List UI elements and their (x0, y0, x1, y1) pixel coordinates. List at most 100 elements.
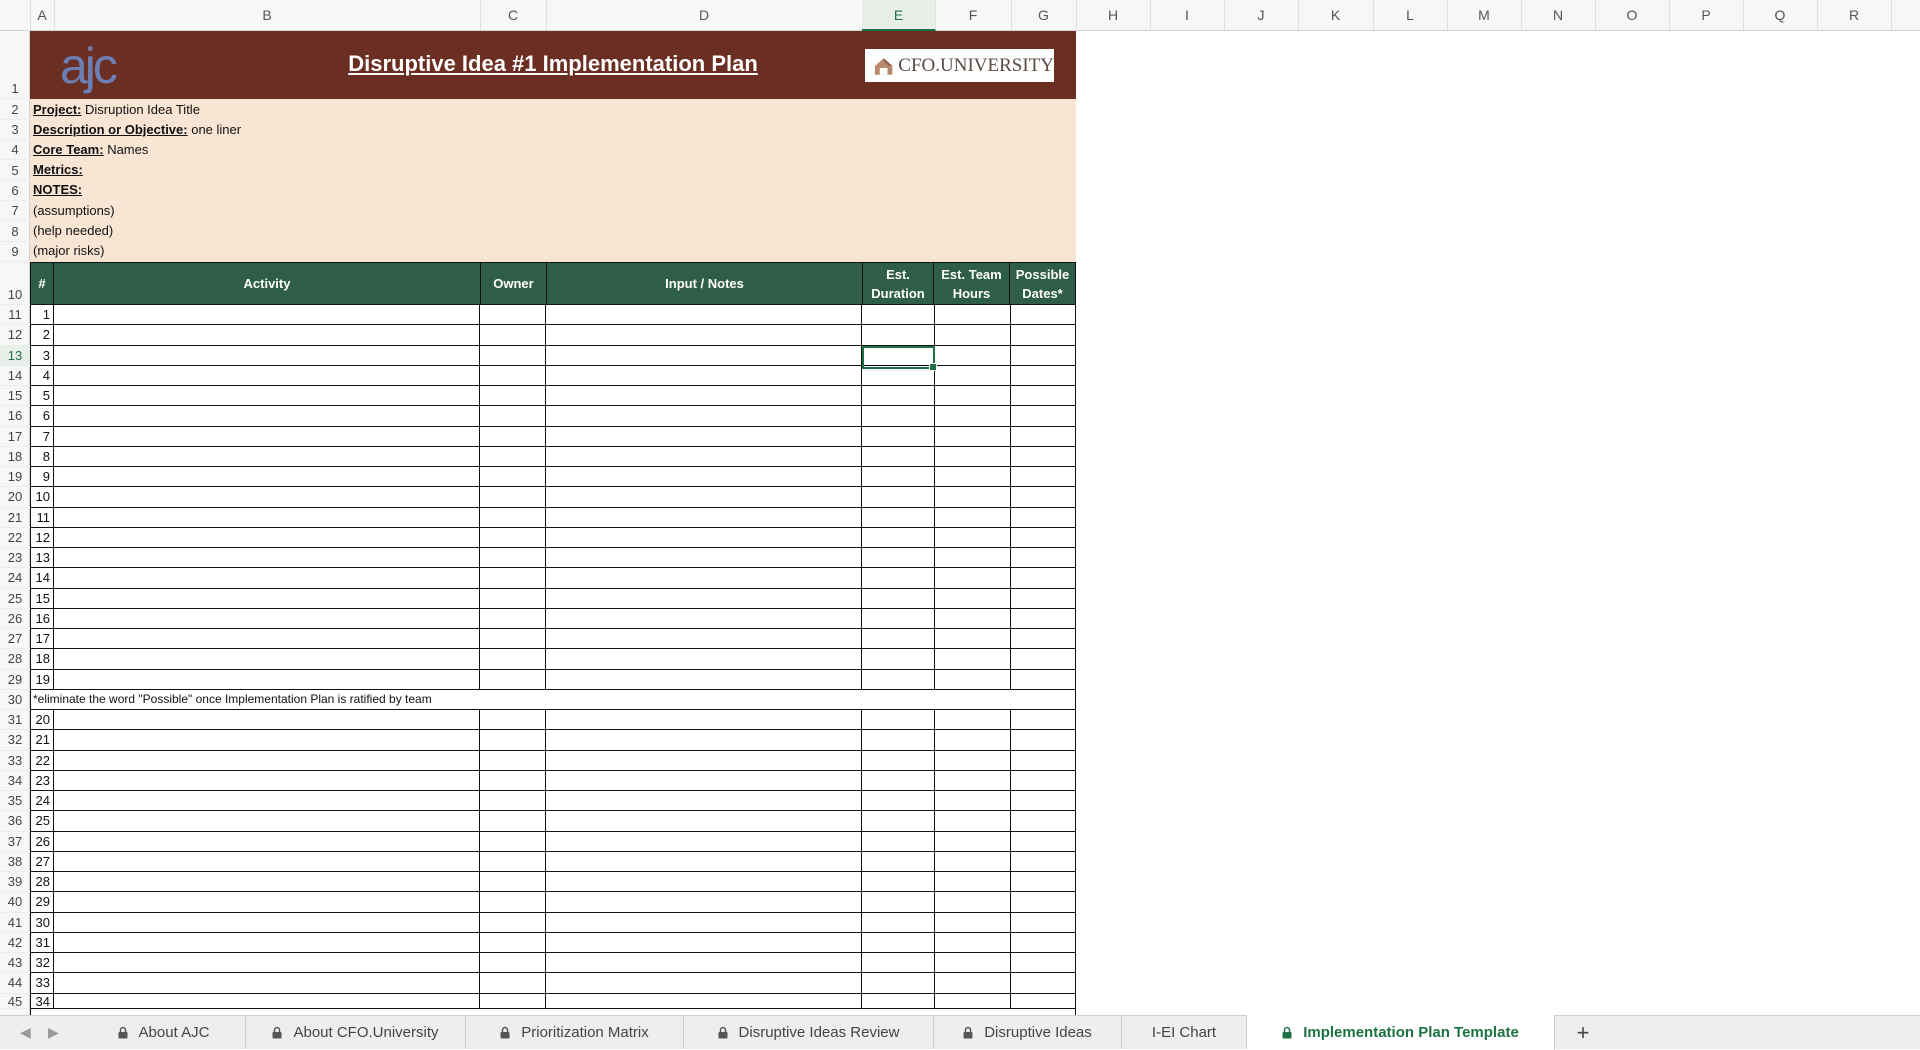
cell-possible-dates[interactable] (1011, 953, 1076, 972)
cell-owner[interactable] (480, 446, 546, 466)
row-header-17[interactable]: 17 (0, 427, 30, 447)
cell-activity[interactable] (54, 588, 480, 608)
column-header-l[interactable]: L (1373, 0, 1448, 30)
scroll-right-icon[interactable]: ▶ (48, 1024, 59, 1041)
cell-number[interactable]: 9 (30, 467, 54, 487)
cell-est-team-hours[interactable] (935, 325, 1011, 345)
row-header-3[interactable]: 3 (0, 120, 30, 140)
active-cell-selection[interactable] (862, 346, 937, 371)
cell-est-duration[interactable] (862, 629, 935, 649)
cell-est-duration[interactable] (862, 467, 935, 487)
project-line[interactable]: Project: Disruption Idea Title (33, 102, 200, 117)
cell-owner[interactable] (480, 487, 546, 507)
cell-number[interactable]: 10 (30, 487, 54, 507)
cell-number[interactable]: 12 (30, 527, 54, 547)
sheet-tab-about-ajc[interactable]: About AJC (82, 1016, 246, 1049)
cell-possible-dates[interactable] (1011, 629, 1076, 648)
cell-est-duration[interactable] (862, 588, 935, 608)
cell-est-team-hours[interactable] (935, 710, 1011, 730)
row-header-7[interactable]: 7 (0, 201, 30, 221)
cell-est-duration[interactable] (862, 608, 935, 628)
cell-owner[interactable] (480, 932, 546, 952)
row-header-19[interactable]: 19 (0, 467, 30, 488)
cell-owner[interactable] (480, 730, 546, 750)
cell-input-notes[interactable] (546, 872, 862, 892)
scroll-left-icon[interactable]: ◀ (20, 1024, 31, 1041)
row-header-23[interactable]: 23 (0, 548, 30, 569)
metrics-line[interactable]: Metrics: (33, 162, 83, 177)
row-header-31[interactable]: 31 (0, 710, 30, 731)
header-possible-dates[interactable]: Possible Dates* (1010, 263, 1075, 304)
cell-number[interactable]: 21 (30, 730, 54, 750)
cell-owner[interactable] (480, 426, 546, 446)
row-header-28[interactable]: 28 (0, 649, 30, 670)
cell-input-notes[interactable] (546, 730, 862, 750)
cell-est-team-hours[interactable] (935, 791, 1011, 811)
cell-est-team-hours[interactable] (935, 993, 1011, 1008)
cell-est-duration[interactable] (862, 973, 935, 993)
cell-number[interactable]: 13 (30, 548, 54, 568)
cell-est-duration[interactable] (862, 811, 935, 831)
header-input-notes[interactable]: Input / Notes (547, 263, 863, 304)
cell-input-notes[interactable] (546, 791, 862, 811)
cell-est-team-hours[interactable] (935, 426, 1011, 446)
row-header-40[interactable]: 40 (0, 892, 30, 913)
row-header-21[interactable]: 21 (0, 508, 30, 528)
cell-est-team-hours[interactable] (935, 973, 1011, 993)
cell-owner[interactable] (480, 750, 546, 770)
cell-est-team-hours[interactable] (935, 305, 1011, 325)
cell-possible-dates[interactable] (1011, 305, 1076, 324)
cell-est-duration[interactable] (862, 770, 935, 790)
cell-owner[interactable] (480, 325, 546, 345)
cell-activity[interactable] (54, 305, 480, 325)
cell-input-notes[interactable] (546, 811, 862, 831)
cell-number[interactable]: 1 (30, 305, 54, 325)
cell-activity[interactable] (54, 750, 480, 770)
cell-est-duration[interactable] (862, 548, 935, 568)
cell-input-notes[interactable] (546, 507, 862, 527)
cell-input-notes[interactable] (546, 649, 862, 669)
cell-activity[interactable] (54, 669, 480, 689)
cell-owner[interactable] (480, 345, 546, 365)
cell-est-duration[interactable] (862, 507, 935, 527)
row-header-9[interactable]: 9 (0, 241, 30, 262)
cell-input-notes[interactable] (546, 953, 862, 973)
note-major-risks[interactable]: (major risks) (33, 243, 105, 258)
cell-owner[interactable] (480, 912, 546, 932)
cell-activity[interactable] (54, 629, 480, 649)
cell-input-notes[interactable] (546, 426, 862, 446)
cell-est-team-hours[interactable] (935, 527, 1011, 547)
row-header-36[interactable]: 36 (0, 811, 30, 832)
cell-owner[interactable] (480, 851, 546, 871)
cell-owner[interactable] (480, 548, 546, 568)
cell-input-notes[interactable] (546, 750, 862, 770)
cell-activity[interactable] (54, 426, 480, 446)
cell-possible-dates[interactable] (1011, 872, 1076, 891)
cell-input-notes[interactable] (546, 669, 862, 689)
cell-owner[interactable] (480, 669, 546, 689)
cell-number[interactable]: 31 (30, 932, 54, 952)
cell-est-duration[interactable] (862, 649, 935, 669)
cell-possible-dates[interactable] (1011, 832, 1076, 851)
row-header-42[interactable]: 42 (0, 933, 30, 953)
cell-possible-dates[interactable] (1011, 548, 1076, 567)
cell-owner[interactable] (480, 305, 546, 325)
column-header-o[interactable]: O (1595, 0, 1670, 30)
cell-owner[interactable] (480, 770, 546, 790)
cell-input-notes[interactable] (546, 365, 862, 385)
cell-input-notes[interactable] (546, 851, 862, 871)
row-header-12[interactable]: 12 (0, 325, 30, 346)
row-header-37[interactable]: 37 (0, 832, 30, 852)
cell-owner[interactable] (480, 831, 546, 851)
cell-activity[interactable] (54, 365, 480, 385)
cell-possible-dates[interactable] (1011, 325, 1076, 344)
cell-owner[interactable] (480, 710, 546, 730)
row-header-26[interactable]: 26 (0, 609, 30, 629)
column-header-b[interactable]: B (54, 0, 481, 30)
cell-possible-dates[interactable] (1011, 973, 1076, 992)
cell-owner[interactable] (480, 527, 546, 547)
cell-possible-dates[interactable] (1011, 994, 1076, 1008)
cell-est-team-hours[interactable] (935, 649, 1011, 669)
cell-est-duration[interactable] (862, 831, 935, 851)
core-team-line[interactable]: Core Team: Names (33, 142, 148, 157)
